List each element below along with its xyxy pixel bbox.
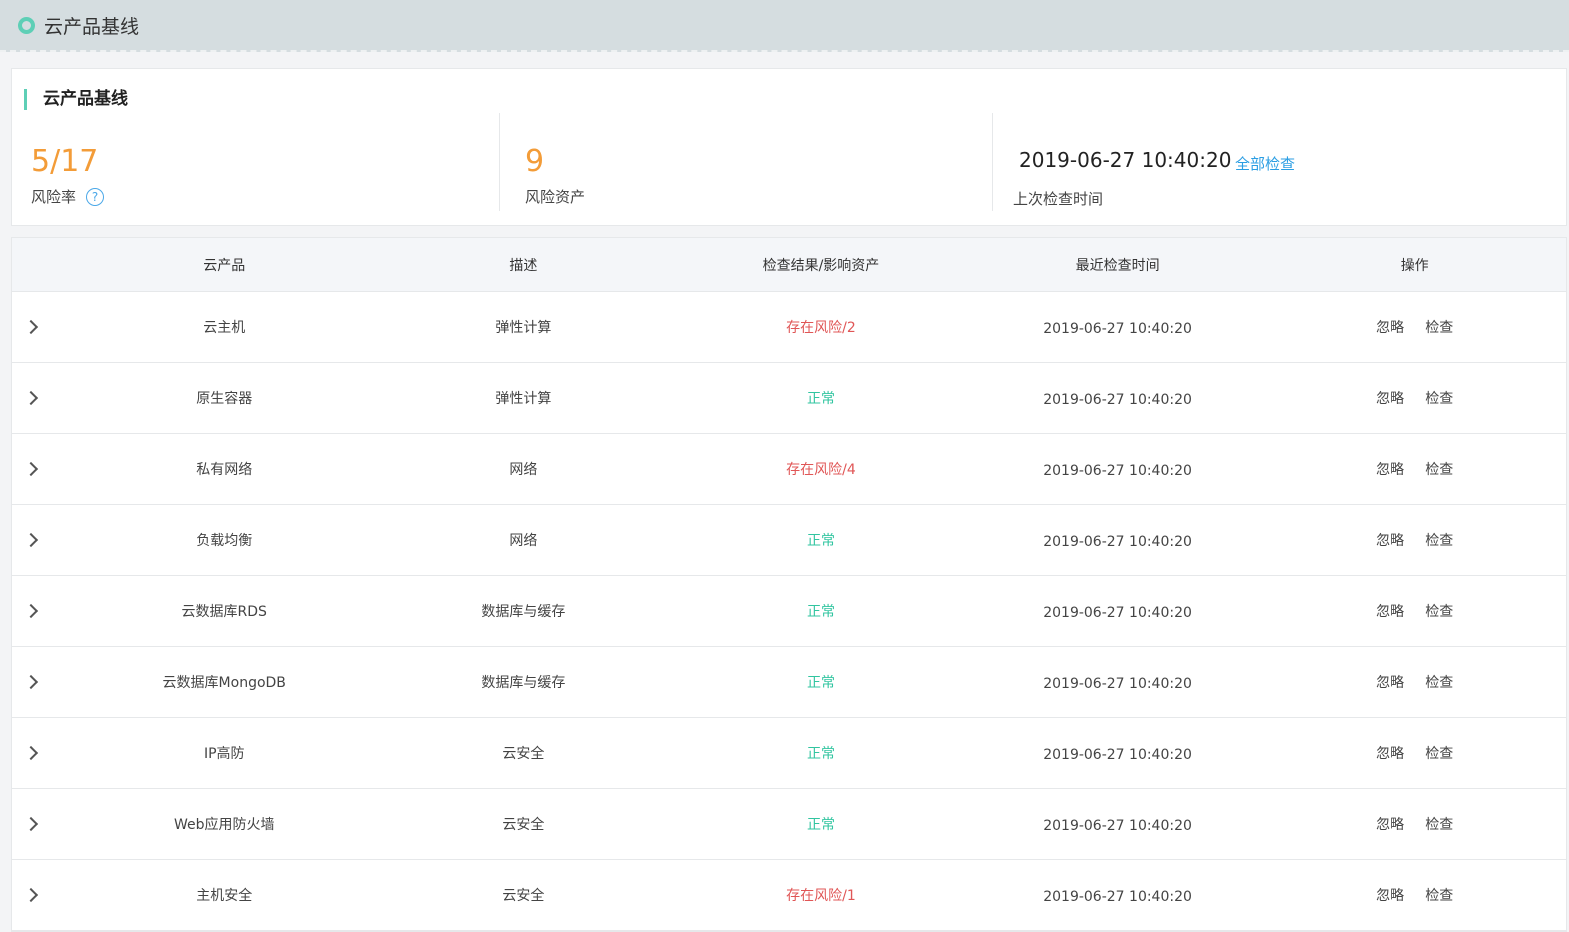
table-row: 主机安全 云安全 存在风险/1 2019-06-27 10:40:20 忽略 检… bbox=[12, 860, 1566, 931]
check-result: 正常 bbox=[806, 675, 835, 691]
check-result: 正常 bbox=[806, 391, 835, 407]
summary-panel: 云产品基线 5/17 风险率 ? 9 风险资产 2019-06-27 10:40… bbox=[11, 68, 1567, 226]
table-row: 负载均衡 网络 正常 2019-06-27 10:40:20 忽略 检查 bbox=[12, 505, 1566, 576]
risk-assets-stat: 9 风险资产 bbox=[499, 113, 992, 211]
column-header-actions: 操作 bbox=[1400, 257, 1429, 274]
product-name: 云主机 bbox=[203, 320, 246, 336]
product-name: 云数据库MongoDB bbox=[162, 675, 286, 691]
column-header-product: 云产品 bbox=[203, 257, 246, 274]
product-name: IP高防 bbox=[203, 746, 245, 762]
chevron-right-icon[interactable] bbox=[23, 674, 39, 690]
last-check-time-cell: 2019-06-27 10:40:20 bbox=[1043, 675, 1192, 692]
check-result: 存在风险/4 bbox=[786, 462, 856, 478]
check-link[interactable]: 检查 bbox=[1425, 888, 1453, 904]
column-header-last-check: 最近检查时间 bbox=[1075, 257, 1160, 274]
check-link[interactable]: 检查 bbox=[1425, 604, 1453, 620]
ignore-link[interactable]: 忽略 bbox=[1376, 746, 1404, 762]
risk-rate-value: 5/17 bbox=[31, 144, 99, 179]
baseline-table: 云产品 描述 检查结果/影响资产 最近检查时间 操作 云主机 弹性计算 存在风险… bbox=[11, 237, 1567, 932]
chevron-right-icon[interactable] bbox=[23, 319, 39, 335]
table-header: 云产品 描述 检查结果/影响资产 最近检查时间 操作 bbox=[12, 238, 1566, 292]
table-row: IP高防 云安全 正常 2019-06-27 10:40:20 忽略 检查 bbox=[12, 718, 1566, 789]
product-description: 弹性计算 bbox=[495, 320, 552, 336]
circle-ring-icon bbox=[18, 16, 35, 34]
product-name: 云数据库RDS bbox=[181, 604, 267, 620]
check-link[interactable]: 检查 bbox=[1425, 817, 1453, 833]
product-description: 网络 bbox=[509, 533, 538, 549]
check-link[interactable]: 检查 bbox=[1425, 462, 1453, 478]
check-link[interactable]: 检查 bbox=[1425, 746, 1453, 762]
ignore-link[interactable]: 忽略 bbox=[1376, 533, 1404, 549]
check-result: 正常 bbox=[806, 604, 835, 620]
check-result: 正常 bbox=[806, 746, 835, 762]
check-result: 存在风险/2 bbox=[786, 320, 856, 336]
last-check-time-cell: 2019-06-27 10:40:20 bbox=[1043, 320, 1192, 337]
product-description: 网络 bbox=[509, 462, 538, 478]
ignore-link[interactable]: 忽略 bbox=[1376, 675, 1404, 691]
product-description: 云安全 bbox=[502, 817, 545, 833]
product-description: 数据库与缓存 bbox=[481, 675, 566, 691]
check-link[interactable]: 检查 bbox=[1425, 533, 1453, 549]
last-check-time-cell: 2019-06-27 10:40:20 bbox=[1043, 604, 1192, 621]
last-check-time: 2019-06-27 10:40:20 bbox=[1019, 148, 1232, 172]
last-check-stat: 2019-06-27 10:40:20 全部检查 上次检查时间 bbox=[992, 113, 1567, 211]
ignore-link[interactable]: 忽略 bbox=[1376, 888, 1404, 904]
table-row: 原生容器 弹性计算 正常 2019-06-27 10:40:20 忽略 检查 bbox=[12, 363, 1566, 434]
chevron-right-icon[interactable] bbox=[23, 887, 39, 903]
check-result: 存在风险/1 bbox=[786, 888, 856, 904]
risk-rate-label: 风险率 bbox=[31, 188, 77, 206]
chevron-right-icon[interactable] bbox=[23, 390, 39, 406]
last-check-time-cell: 2019-06-27 10:40:20 bbox=[1043, 746, 1192, 763]
product-name: 负载均衡 bbox=[196, 533, 253, 549]
help-question-icon[interactable]: ? bbox=[86, 187, 105, 206]
check-link[interactable]: 检查 bbox=[1425, 320, 1453, 336]
table-row: 私有网络 网络 存在风险/4 2019-06-27 10:40:20 忽略 检查 bbox=[12, 434, 1566, 505]
risk-rate-stat: 5/17 风险率 ? bbox=[12, 113, 499, 211]
product-description: 弹性计算 bbox=[495, 391, 552, 407]
check-link[interactable]: 检查 bbox=[1425, 675, 1453, 691]
last-check-label: 上次检查时间 bbox=[1013, 190, 1104, 208]
last-check-time-cell: 2019-06-27 10:40:20 bbox=[1043, 462, 1192, 479]
chevron-right-icon[interactable] bbox=[23, 461, 39, 477]
chevron-right-icon[interactable] bbox=[23, 603, 39, 619]
risk-assets-value: 9 bbox=[525, 144, 545, 179]
chevron-right-icon[interactable] bbox=[23, 745, 39, 761]
last-check-time-cell: 2019-06-27 10:40:20 bbox=[1043, 533, 1192, 550]
table-row: 云数据库MongoDB 数据库与缓存 正常 2019-06-27 10:40:2… bbox=[12, 647, 1566, 718]
ignore-link[interactable]: 忽略 bbox=[1376, 462, 1404, 478]
product-name: 私有网络 bbox=[196, 462, 253, 478]
column-header-result: 检查结果/影响资产 bbox=[762, 257, 880, 274]
product-description: 云安全 bbox=[502, 888, 545, 904]
check-result: 正常 bbox=[806, 817, 835, 833]
last-check-time-cell: 2019-06-27 10:40:20 bbox=[1043, 817, 1192, 834]
page-title: 云产品基线 bbox=[44, 15, 140, 38]
check-all-link[interactable]: 全部检查 bbox=[1235, 153, 1295, 174]
last-check-time-cell: 2019-06-27 10:40:20 bbox=[1043, 391, 1192, 408]
table-row: 云主机 弹性计算 存在风险/2 2019-06-27 10:40:20 忽略 检… bbox=[12, 292, 1566, 363]
ignore-link[interactable]: 忽略 bbox=[1376, 391, 1404, 407]
check-link[interactable]: 检查 bbox=[1425, 391, 1453, 407]
product-name: 原生容器 bbox=[196, 391, 253, 407]
product-name: 主机安全 bbox=[196, 888, 253, 904]
product-description: 数据库与缓存 bbox=[481, 604, 566, 620]
check-result: 正常 bbox=[806, 533, 835, 549]
product-description: 云安全 bbox=[502, 746, 545, 762]
ignore-link[interactable]: 忽略 bbox=[1376, 604, 1404, 620]
ignore-link[interactable]: 忽略 bbox=[1376, 817, 1404, 833]
chevron-right-icon[interactable] bbox=[23, 532, 39, 548]
column-header-description: 描述 bbox=[509, 257, 538, 274]
ignore-link[interactable]: 忽略 bbox=[1376, 320, 1404, 336]
table-body: 云主机 弹性计算 存在风险/2 2019-06-27 10:40:20 忽略 检… bbox=[12, 292, 1566, 931]
last-check-time-cell: 2019-06-27 10:40:20 bbox=[1043, 888, 1192, 905]
summary-heading: 云产品基线 bbox=[24, 89, 128, 110]
product-name: Web应用防火墙 bbox=[173, 817, 275, 833]
table-row: Web应用防火墙 云安全 正常 2019-06-27 10:40:20 忽略 检… bbox=[12, 789, 1566, 860]
table-row: 云数据库RDS 数据库与缓存 正常 2019-06-27 10:40:20 忽略… bbox=[12, 576, 1566, 647]
risk-assets-label: 风险资产 bbox=[525, 188, 586, 206]
top-header-bar: 云产品基线 bbox=[0, 0, 1569, 52]
chevron-right-icon[interactable] bbox=[23, 816, 39, 832]
